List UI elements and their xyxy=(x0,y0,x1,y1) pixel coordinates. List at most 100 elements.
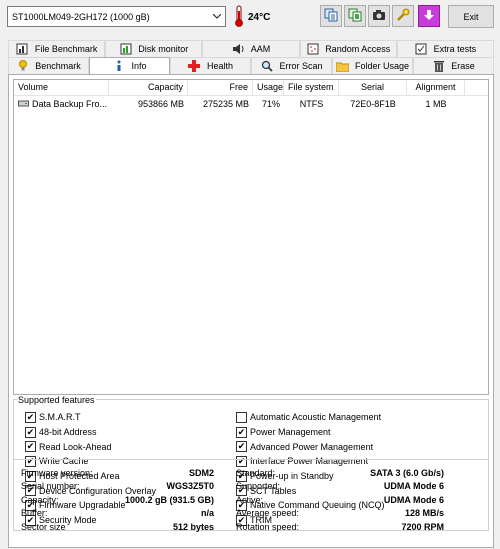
trash-icon xyxy=(432,60,445,73)
tab-disk-monitor[interactable]: Disk monitor xyxy=(105,40,203,57)
serial-cell: 72E0-8F1B xyxy=(350,99,396,109)
table-row[interactable]: Data Backup Fro... 953866 MB 275235 MB 7… xyxy=(14,96,488,112)
temperature-value: 24°C xyxy=(248,11,271,23)
tab-label: Disk monitor xyxy=(138,44,189,54)
tab-benchmark[interactable]: Benchmark xyxy=(8,57,89,74)
tools-icon xyxy=(396,8,410,24)
serial-value: WGS3Z5T0 xyxy=(166,481,214,492)
volume-table: Volume Capacity Free Usage File system S… xyxy=(13,79,489,395)
chevron-down-icon xyxy=(209,7,225,26)
drive-info-left: Firmware version: SDM2 Serial number: WGS3… xyxy=(21,466,214,534)
download-button[interactable] xyxy=(418,5,440,27)
disk-monitor-icon xyxy=(119,43,132,56)
camera-icon xyxy=(372,9,386,23)
health-cross-icon xyxy=(188,60,201,73)
feature-item: ✔ Advanced Power Management xyxy=(236,439,385,454)
checkbox[interactable]: ✔ xyxy=(25,441,36,453)
volume-table-header: Volume Capacity Free Usage File system S… xyxy=(14,80,488,96)
temperature-indicator: 24°C xyxy=(234,5,270,29)
firmware-value: SDM2 xyxy=(188,467,214,478)
feature-label: Power Management xyxy=(250,427,331,438)
tab-aam[interactable]: AAM xyxy=(202,40,300,57)
info-label: Supported: xyxy=(236,481,281,492)
free-cell: 275235 MB xyxy=(202,99,249,109)
checkbox[interactable]: ✔ xyxy=(236,441,247,453)
tab-file-benchmark[interactable]: File Benchmark xyxy=(8,40,106,57)
checkbox[interactable]: ✔ xyxy=(25,426,36,438)
folder-icon xyxy=(335,60,349,73)
feature-item: ✔ 48-bit Address xyxy=(25,425,156,440)
rotation-speed-value: 7200 RPM xyxy=(401,521,444,532)
supported-features-title: Supported features xyxy=(17,395,96,405)
tab-extra-tests[interactable]: Extra tests xyxy=(396,40,495,57)
supported-value: UDMA Mode 6 xyxy=(383,481,444,492)
col-free[interactable]: Free xyxy=(188,80,253,95)
toolbar: ST1000LM049-2GH172 (1000 gB) 24°C Exit xyxy=(0,0,500,34)
info-label: Active: xyxy=(236,494,264,505)
copy-text-button[interactable] xyxy=(320,5,342,27)
info-icon xyxy=(112,60,125,73)
drive-select-value: ST1000LM049-2GH172 (1000 gB) xyxy=(12,11,150,22)
file-benchmark-icon xyxy=(16,43,29,56)
tab-label: AAM xyxy=(250,44,271,54)
tab-label: Error Scan xyxy=(279,61,323,71)
col-usage[interactable]: Usage xyxy=(253,80,284,95)
drive-icon xyxy=(18,99,29,109)
info-label: Rotation speed: xyxy=(236,521,300,532)
col-alignment[interactable]: Alignment xyxy=(407,80,465,95)
info-row: Capacity: 1000.2 gB (931.5 GB) xyxy=(21,493,214,507)
buffer-value: n/a xyxy=(200,508,214,519)
feature-item: ✔ Power Management xyxy=(236,425,385,440)
info-row: Sector size 512 bytes xyxy=(21,520,214,534)
exit-button[interactable]: Exit xyxy=(448,5,494,28)
save-screenshot-button[interactable] xyxy=(368,5,390,27)
feature-label: S.M.A.R.T xyxy=(39,412,81,423)
info-label: Firmware version: xyxy=(21,467,93,478)
tab-random-access[interactable]: Random Access xyxy=(299,40,397,57)
info-row: Standard: SATA 3 (6.0 Gb/s) xyxy=(236,466,444,480)
tab-folder-usage[interactable]: Folder Usage xyxy=(332,57,413,74)
feature-label: Advanced Power Management xyxy=(250,441,374,452)
usage-cell: 71% xyxy=(261,99,280,109)
drive-info-right: Standard: SATA 3 (6.0 Gb/s) Supported: UDM… xyxy=(236,466,444,534)
options-button[interactable] xyxy=(392,5,414,27)
tab-erase[interactable]: Erase xyxy=(413,57,494,74)
speaker-icon xyxy=(232,43,245,56)
volume-cell: Data Backup Fro... xyxy=(14,97,109,111)
feature-label: Read Look-Ahead xyxy=(39,441,112,452)
standard-value: SATA 3 (6.0 Gb/s) xyxy=(370,467,444,478)
benchmark-icon xyxy=(16,60,29,73)
col-capacity[interactable]: Capacity xyxy=(109,80,188,95)
checkbox[interactable]: ✔ xyxy=(25,411,36,423)
tab-label: Erase xyxy=(451,61,475,71)
info-row: Rotation speed: 7200 RPM xyxy=(236,520,444,534)
col-serial[interactable]: Serial xyxy=(339,80,407,95)
info-label: Buffer: xyxy=(21,508,48,519)
checkbox[interactable] xyxy=(236,411,247,423)
tab-health[interactable]: Health xyxy=(170,57,251,74)
checkbox[interactable]: ✔ xyxy=(236,426,247,438)
capacity-value: 1000.2 gB (931.5 GB) xyxy=(124,494,214,505)
col-volume[interactable]: Volume xyxy=(14,80,109,95)
col-file-system[interactable]: File system xyxy=(284,80,339,95)
copy-image-icon xyxy=(348,8,362,24)
drive-info-section: Firmware version: SDM2 Serial number: WGS3… xyxy=(13,459,489,545)
info-row: Serial number: WGS3Z5T0 xyxy=(21,480,214,494)
copy-text-icon xyxy=(324,8,338,24)
tab-error-scan[interactable]: Error Scan xyxy=(251,57,332,74)
tab-info[interactable]: Info xyxy=(89,57,170,74)
download-arrow-icon xyxy=(422,8,436,24)
info-label: Serial number: xyxy=(21,481,80,492)
tab-label: Info xyxy=(131,61,147,71)
info-row: Average speed: 128 MB/s xyxy=(236,507,444,521)
info-label: Standard: xyxy=(236,467,276,478)
info-label: Sector size xyxy=(21,521,66,532)
feature-label: 48-bit Address xyxy=(39,427,97,438)
feature-item: ✔ Read Look-Ahead xyxy=(25,439,156,454)
copy-screenshot-button[interactable] xyxy=(344,5,366,27)
info-row: Buffer: n/a xyxy=(21,507,214,521)
feature-item: ✔ S.M.A.R.T xyxy=(25,410,156,425)
drive-select[interactable]: ST1000LM049-2GH172 (1000 gB) xyxy=(7,6,226,27)
info-panel: Volume Capacity Free Usage File system S… xyxy=(8,74,494,548)
tab-label: File Benchmark xyxy=(34,44,98,54)
